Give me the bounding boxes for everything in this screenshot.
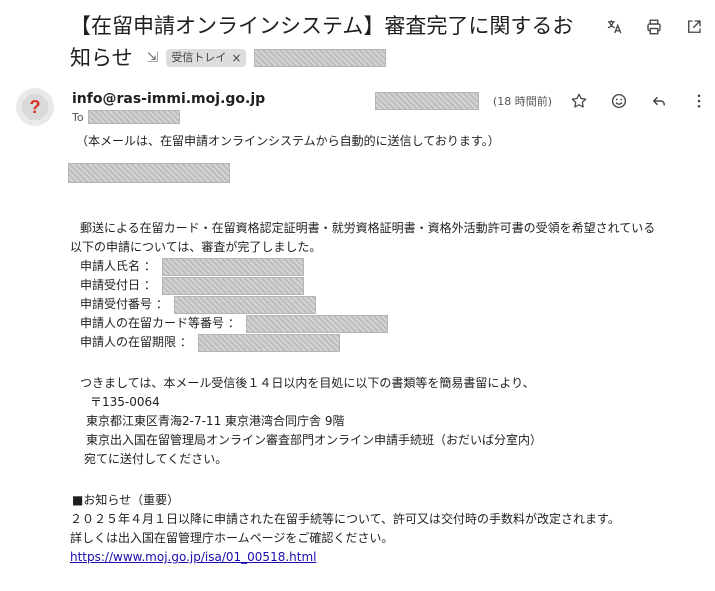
email-body: （本メールは、在留申請オンラインシステムから自動的に送信しております。） 郵送に… [68,132,710,567]
para1-line2: 以下の申請については、審査が完了しました。 [70,240,322,254]
emoji-react-icon[interactable] [606,88,632,114]
fee-revision-link[interactable]: https://www.moj.go.jp/isa/01_00518.html [70,550,316,564]
sender-row: info@ras-immi.moj.go.jp (18 時間前) [72,88,712,110]
redacted-value [161,276,304,295]
redacted-value [161,257,304,276]
sender-address[interactable]: info@ras-immi.moj.go.jp [72,91,265,107]
postal-code: 〒135-0064 [90,395,160,409]
field-receipt-number: 申請受付番号 ： [80,295,710,314]
notice-line2: 詳しくは出入国在留管理庁ホームページをご確認ください。 [70,531,394,545]
redacted-value [245,314,388,333]
label-chip-text: 受信トレイ [171,51,227,64]
send-to: 宛てに送付してください。 [84,452,228,466]
email-subject: 【在留申請オンラインシステム】審査完了に関するお 知らせ ⇲ 受信トレイ × [70,10,590,74]
more-vert-icon[interactable] [686,88,712,114]
to-label: To [72,110,84,124]
para2-line1: つきましては、本メール受信後１４日以内を目処に以下の書類等を簡易書留により、 [80,376,535,390]
print-icon[interactable] [641,14,667,40]
office-name: 東京出入国在留管理局オンライン審査部門オンライン申請手続班（おだいば分室内） [86,433,543,447]
subject-line-2: 知らせ [70,46,133,70]
redacted-addressee [68,163,230,183]
label-remove-icon[interactable]: × [231,49,241,67]
field-residence-card-number: 申請人の在留カード等番号 ： [80,314,710,333]
reply-icon[interactable] [646,88,672,114]
redacted-value [173,295,316,314]
address: 東京都江東区青海2-7-11 東京港湾合同庁舎 9階 [86,414,345,428]
redacted-value [197,333,340,352]
recipient-row: To [72,110,180,124]
redacted-recipient [87,110,180,124]
field-period-of-stay: 申請人の在留期限 ： [80,333,710,352]
open-in-new-window-icon[interactable] [681,14,707,40]
notice-line1: ２０２５年４月１日以降に申請された在留手続等について、許可又は交付時の手数料が改… [70,512,620,526]
star-icon[interactable] [566,88,592,114]
redacted-subject-part [254,49,387,67]
field-applicant-name: 申請人氏名 ： [80,257,710,276]
label-chip-inbox[interactable]: 受信トレイ × [166,49,247,67]
translate-icon[interactable] [601,14,627,40]
label-importance-icon[interactable]: ⇲ [147,42,159,74]
time-ago: (18 時間前) [492,95,552,108]
header-actions [601,14,707,40]
sender-avatar[interactable]: ? [16,88,54,126]
svg-text:?: ? [30,97,41,117]
subject-line-1: 【在留申請オンラインシステム】審査完了に関するお [70,14,574,38]
para1-line1: 郵送による在留カード・在留資格認定証明書・就労資格証明書・資格外活動許可書の受領… [80,221,656,235]
field-receipt-date: 申請受付日 ： [80,276,710,295]
redacted-date [374,92,479,110]
auto-notice: （本メールは、在留申請オンラインシステムから自動的に送信しております。） [76,134,500,148]
notice-title: ■お知らせ（重要） [72,493,180,507]
unknown-sender-avatar-icon: ? [22,94,48,120]
